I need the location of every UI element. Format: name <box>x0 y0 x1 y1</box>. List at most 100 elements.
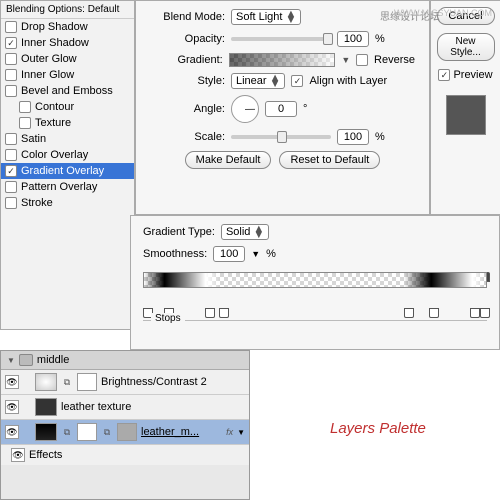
style-label: Gradient Overlay <box>21 165 104 177</box>
scale-slider[interactable] <box>231 135 331 139</box>
style-label: Drop Shadow <box>21 21 88 33</box>
angle-dial[interactable] <box>231 95 259 123</box>
style-item-color-overlay[interactable]: Color Overlay <box>1 147 134 163</box>
layer-group-header[interactable]: ▼ middle <box>1 351 249 370</box>
updown-icon: ▲▼ <box>253 226 264 238</box>
layers-panel: ▼ middle 👁 ⧉ Brightness/Contrast 2 👁 lea… <box>0 350 250 500</box>
style-item-bevel-and-emboss[interactable]: Bevel and Emboss <box>1 83 134 99</box>
styles-list-panel: Blending Options: Default Drop Shadow Inn… <box>0 0 135 330</box>
effects-row[interactable]: 👁 Effects <box>1 445 249 465</box>
color-stop[interactable] <box>429 308 439 318</box>
style-checkbox[interactable] <box>5 181 17 193</box>
styles-header: Blending Options: Default <box>1 1 134 19</box>
style-checkbox[interactable] <box>5 37 17 49</box>
style-item-texture[interactable]: Texture <box>1 115 134 131</box>
layer-name: leather texture <box>61 401 131 413</box>
style-item-contour[interactable]: Contour <box>1 99 134 115</box>
cancel-button[interactable]: Cancel <box>437 7 495 25</box>
gradient-swatch[interactable] <box>229 53 336 67</box>
align-label: Align with Layer <box>309 75 387 87</box>
link-icon: ⧉ <box>61 377 73 388</box>
angle-input[interactable]: 0 <box>265 101 297 117</box>
opacity-slider[interactable] <box>231 37 331 41</box>
style-checkbox[interactable] <box>5 197 17 209</box>
style-label: Inner Glow <box>21 69 74 81</box>
style-select[interactable]: Linear ▲▼ <box>231 73 285 89</box>
preview-checkbox[interactable] <box>438 69 450 81</box>
gradient-type-select[interactable]: Solid ▲▼ <box>221 224 269 240</box>
dropdown-icon[interactable]: ▼ <box>251 249 260 259</box>
group-name: middle <box>37 354 69 366</box>
style-checkbox[interactable] <box>5 165 17 177</box>
link-icon: ⧉ <box>101 427 113 438</box>
style-checkbox[interactable] <box>19 117 31 129</box>
disclosure-icon: ▼ <box>7 356 15 365</box>
layer-thumb <box>35 423 57 441</box>
style-label: Color Overlay <box>21 149 88 161</box>
layer-row[interactable]: 👁 leather texture <box>1 395 249 420</box>
visibility-icon[interactable]: 👁 <box>11 448 25 462</box>
color-stop[interactable] <box>219 308 229 318</box>
blend-mode-value: Soft Light <box>236 11 282 23</box>
blend-mode-label: Blend Mode: <box>150 11 225 23</box>
mask-thumb <box>77 373 97 391</box>
style-item-drop-shadow[interactable]: Drop Shadow <box>1 19 134 35</box>
percent-label: % <box>266 248 276 260</box>
color-stop[interactable] <box>480 308 490 318</box>
smoothness-input[interactable]: 100 <box>213 246 245 262</box>
annotation-label: Layers Palette <box>330 420 426 437</box>
layer-row[interactable]: 👁 ⧉ ⧉ leather_m... fx ▼ <box>1 420 249 445</box>
style-label: Style: <box>150 75 225 87</box>
visibility-icon[interactable]: 👁 <box>5 375 19 389</box>
effects-label: Effects <box>29 449 62 461</box>
style-item-inner-shadow[interactable]: Inner Shadow <box>1 35 134 51</box>
make-default-button[interactable]: Make Default <box>185 151 272 169</box>
preview-swatch <box>446 95 486 135</box>
style-item-inner-glow[interactable]: Inner Glow <box>1 67 134 83</box>
style-checkbox[interactable] <box>5 21 17 33</box>
scale-input[interactable]: 100 <box>337 129 369 145</box>
color-stop[interactable] <box>404 308 414 318</box>
style-item-stroke[interactable]: Stroke <box>1 195 134 211</box>
chevron-down-icon[interactable]: ▼ <box>237 428 245 437</box>
style-item-pattern-overlay[interactable]: Pattern Overlay <box>1 179 134 195</box>
style-checkbox[interactable] <box>5 69 17 81</box>
style-item-satin[interactable]: Satin <box>1 131 134 147</box>
gradient-dropdown-icon[interactable]: ▼ <box>341 55 350 65</box>
style-checkbox[interactable] <box>19 101 31 113</box>
reset-default-button[interactable]: Reset to Default <box>279 151 380 169</box>
degree-label: ° <box>303 103 307 115</box>
style-item-outer-glow[interactable]: Outer Glow <box>1 51 134 67</box>
align-checkbox[interactable] <box>291 75 303 87</box>
style-checkbox[interactable] <box>5 149 17 161</box>
gradient-overlay-options: Blend Mode: Soft Light ▲▼ Opacity: 100 %… <box>135 0 430 215</box>
scale-label: Scale: <box>150 131 225 143</box>
smoothness-label: Smoothness: <box>143 248 207 260</box>
layer-name: Brightness/Contrast 2 <box>101 376 207 388</box>
style-label: Pattern Overlay <box>21 181 97 193</box>
visibility-icon[interactable]: 👁 <box>5 400 19 414</box>
fx-badge[interactable]: fx <box>226 427 233 437</box>
style-checkbox[interactable] <box>5 85 17 97</box>
new-style-button[interactable]: New Style... <box>437 33 495 61</box>
gradient-bar[interactable] <box>143 272 487 308</box>
folder-icon <box>19 354 33 366</box>
style-label: Outer Glow <box>21 53 77 65</box>
style-checkbox[interactable] <box>5 133 17 145</box>
mask-thumb <box>77 423 97 441</box>
style-label: Inner Shadow <box>21 37 89 49</box>
style-label: Bevel and Emboss <box>21 85 113 97</box>
updown-icon: ▲▼ <box>285 11 296 23</box>
gradient-type-label: Gradient Type: <box>143 226 215 238</box>
blend-mode-select[interactable]: Soft Light ▲▼ <box>231 9 301 25</box>
color-stop[interactable] <box>470 308 480 318</box>
opacity-input[interactable]: 100 <box>337 31 369 47</box>
preview-label: Preview <box>453 69 492 81</box>
color-stop[interactable] <box>205 308 215 318</box>
reverse-checkbox[interactable] <box>356 54 368 66</box>
layer-row[interactable]: 👁 ⧉ Brightness/Contrast 2 <box>1 370 249 395</box>
style-checkbox[interactable] <box>5 53 17 65</box>
visibility-icon[interactable]: 👁 <box>5 425 19 439</box>
style-item-gradient-overlay[interactable]: Gradient Overlay <box>1 163 134 179</box>
adjustment-icon <box>35 373 57 391</box>
